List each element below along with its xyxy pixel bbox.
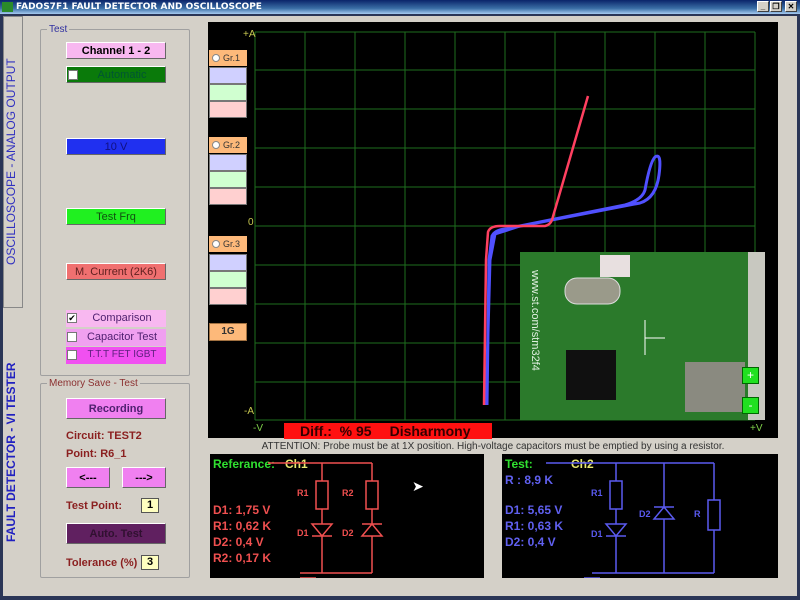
test-d2-label: D2	[639, 509, 651, 519]
diff-value: Diff.: % 95	[300, 423, 372, 439]
axis-minus-a: -A	[244, 406, 254, 417]
mouse-cursor-icon: ➤	[412, 478, 424, 494]
group-3-slot-blue[interactable]	[209, 254, 247, 271]
group-1-slot-red[interactable]	[209, 101, 247, 118]
diff-status-bar: Diff.: % 95 Disharmony	[284, 423, 492, 439]
test-panel: Test: Ch2 R : 8,9 K D1: 5,65 V R1: 0,63 …	[502, 454, 778, 578]
reference-panel: Referance: Ch1 D1: 1,75 V R1: 0,62 K D2:…	[210, 454, 484, 578]
group-1-radio[interactable]: Gr.1	[209, 50, 247, 66]
group-3-slot-green[interactable]	[209, 271, 247, 288]
group-2-slot-green[interactable]	[209, 171, 247, 188]
axis-minus-v: -V	[253, 423, 263, 434]
test-d1-label: D1	[591, 529, 603, 539]
zoom-minus-button[interactable]: -	[742, 397, 759, 414]
axis-zero-y: 0	[248, 217, 254, 228]
axis-plus-a: +A	[243, 29, 256, 40]
axis-plus-v: +V	[750, 423, 763, 434]
group-2-slot-red[interactable]	[209, 188, 247, 205]
svg-text:www.st.com/stm32f4: www.st.com/stm32f4	[529, 269, 541, 371]
zoom-plus-button[interactable]: +	[742, 367, 759, 384]
pcb-camera-image: www.st.com/stm32f4	[520, 252, 765, 420]
ref-r2-label: R2	[342, 488, 354, 498]
attention-text: ATTENTION: Probe must be at 1X position.…	[261, 441, 725, 452]
1g-button[interactable]: 1G	[209, 323, 247, 341]
test-r-label: R	[694, 509, 701, 519]
group-3-radio[interactable]: Gr.3	[209, 236, 247, 252]
ref-r1-label: R1	[297, 488, 309, 498]
group-2-radio[interactable]: Gr.2	[209, 137, 247, 153]
harmony-status: Disharmony	[389, 423, 471, 439]
test-r1-label: R1	[591, 488, 603, 498]
ref-d2-label: D2	[342, 528, 354, 538]
group-1-slot-green[interactable]	[209, 84, 247, 101]
group-2-slot-blue[interactable]	[209, 154, 247, 171]
group-3-slot-red[interactable]	[209, 288, 247, 305]
ref-d1-label: D1	[297, 528, 309, 538]
reference-schematic: R1 R2 D1 D2	[268, 462, 384, 578]
group-1-slot-blue[interactable]	[209, 67, 247, 84]
test-schematic: R1 D1 D2 R	[546, 462, 721, 578]
